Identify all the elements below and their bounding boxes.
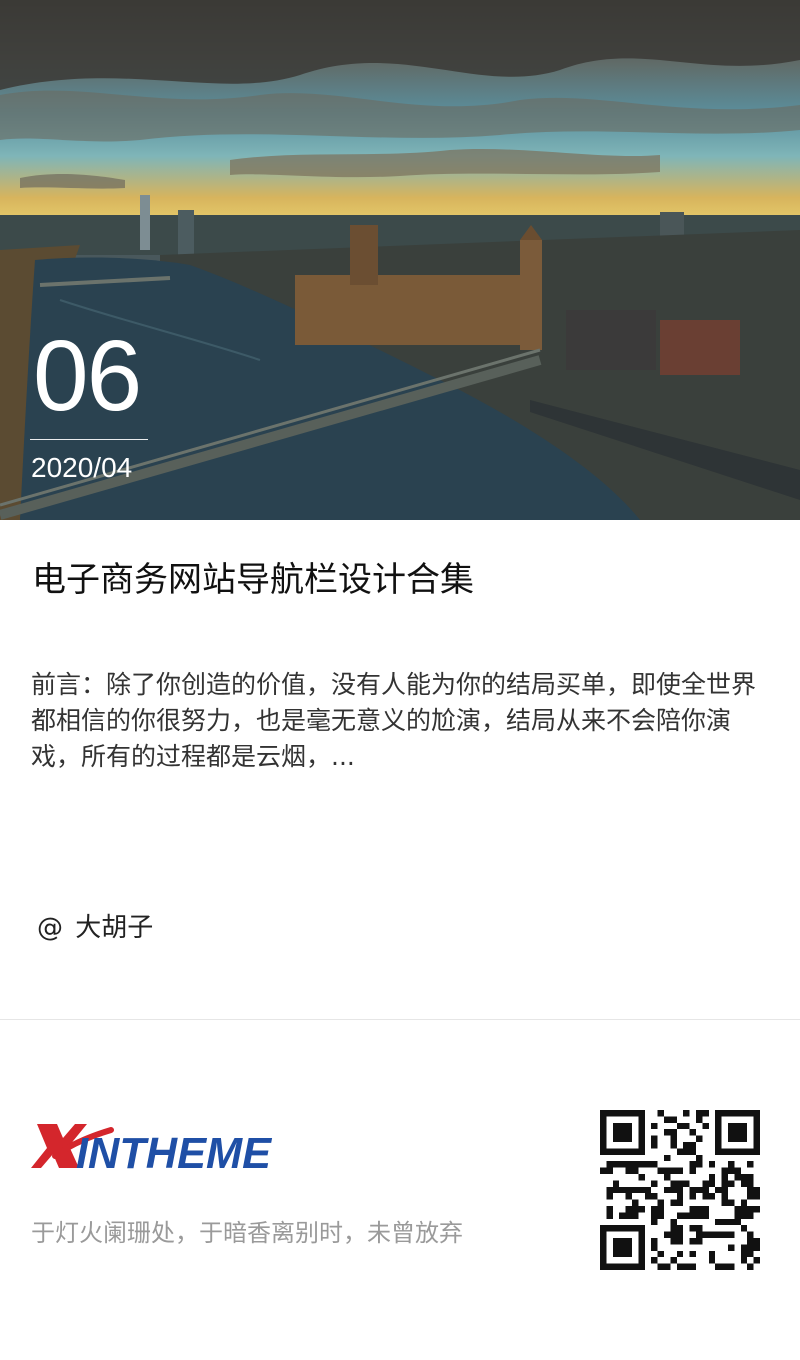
at-icon: @ xyxy=(37,913,63,943)
date-day: 06 xyxy=(33,320,142,432)
section-divider xyxy=(0,1019,800,1020)
article-title: 电子商务网站导航栏设计合集 xyxy=(32,560,474,600)
article-excerpt: 前言：除了你创造的价值，没有人能为你的结局买单，即使全世界都相信的你很努力，也是… xyxy=(31,670,757,771)
hero-image: 06 2020/04 xyxy=(0,0,800,520)
author-name: 大胡子 xyxy=(75,913,154,943)
xintheme-logo-icon: INTHEME xyxy=(31,1124,273,1178)
date-month: 2020/04 xyxy=(31,452,133,483)
author-line: @ 大胡子 xyxy=(37,907,153,944)
brand-logo: INTHEME xyxy=(31,1118,276,1180)
svg-text:INTHEME: INTHEME xyxy=(76,1129,273,1176)
date-divider xyxy=(30,439,148,440)
qr-code-icon xyxy=(600,1110,760,1270)
city-skyline-illustration xyxy=(0,0,800,520)
footer-tagline: 于灯火阑珊处，于暗香离别时，未曾放弃 xyxy=(31,1219,463,1247)
